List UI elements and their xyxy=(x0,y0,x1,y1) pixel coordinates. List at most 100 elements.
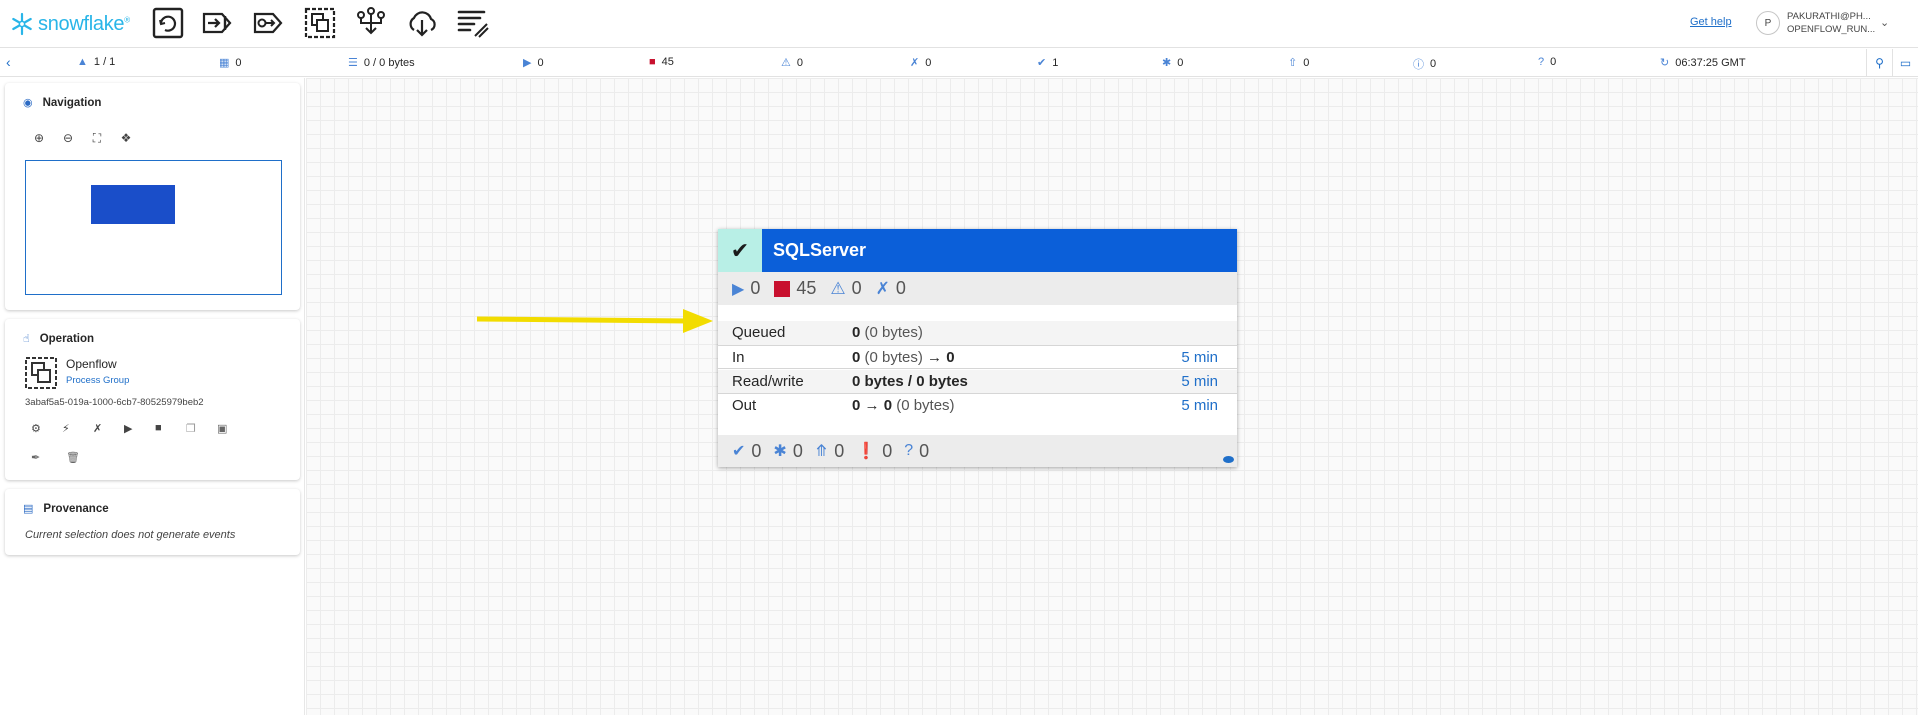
queue-icon: ☰ xyxy=(348,57,358,69)
disabled-icon: ✗ xyxy=(910,57,920,69)
queued-row: Queued 0 (0 bytes) xyxy=(718,321,1237,345)
status-errors: ⓘ 0 xyxy=(1413,58,1437,71)
status-invalid: ⚠ 0 xyxy=(781,56,803,70)
processor-icon[interactable] xyxy=(151,6,185,40)
arrow-up-circle-icon: ⇧ xyxy=(1288,57,1298,69)
status-clusters: ▲ 1 / 1 xyxy=(77,56,116,68)
zoom-out-icon[interactable]: ⊖ xyxy=(60,131,76,146)
chevron-down-icon[interactable]: ⌄ xyxy=(1880,16,1889,29)
running-count: ▶ 0 xyxy=(732,278,761,298)
snowflake-logo[interactable]: snowflake® xyxy=(10,10,130,38)
operation-panel: ☝ Operation Openflow Process Group 3abaf… xyxy=(5,319,300,480)
invalid-count: ⚠ 0 xyxy=(830,278,862,298)
user-avatar[interactable]: P xyxy=(1756,11,1780,35)
process-group-card[interactable]: ✔ SQLServer ▶ 0 45 ⚠ 0 ✗ 0 Queued 0 (0 byte… xyxy=(718,229,1237,467)
process-group-status-counts: ▶ 0 45 ⚠ 0 ✗ 0 xyxy=(718,272,1237,305)
exclamation-icon: ❗ xyxy=(856,443,877,460)
comment-icon[interactable] xyxy=(1223,456,1234,463)
navigation-tools: ⊕ ⊖ ⛶ ❖ xyxy=(31,131,134,146)
status-queued: ☰ 0 / 0 bytes xyxy=(348,56,415,70)
disabled-count: ✗ 0 xyxy=(875,278,906,298)
selected-component-name: Openflow xyxy=(66,357,117,371)
bulletin-board-icon[interactable]: ▭ xyxy=(1892,49,1918,77)
user-name: PAKURATHI@PH... xyxy=(1787,11,1871,22)
logo-text: snowflake® xyxy=(38,12,130,35)
search-icon[interactable]: ⚲ xyxy=(1866,49,1892,77)
play-icon: ▶ xyxy=(523,57,532,69)
selected-component-id: 3abaf5a5-019a-1000-6cb7-80525979beb2 xyxy=(25,397,204,408)
arrow-up-circle-icon: ⤊ xyxy=(814,443,829,460)
fit-icon[interactable]: ⛶ xyxy=(89,131,105,146)
unknown-count: ? 0 xyxy=(904,440,930,461)
stale-count: ⤊ 0 xyxy=(814,440,845,461)
disable-icon[interactable]: ✗ xyxy=(93,422,124,435)
check-icon: ✔ xyxy=(732,443,746,460)
operation-actions: ⚙ ⚡ ✗ ▶ ■ ❐ ▣ xyxy=(31,422,248,435)
provenance-icon: ▤ xyxy=(23,503,34,515)
funnel-icon[interactable] xyxy=(405,6,439,40)
annotation-arrow xyxy=(477,309,713,333)
delete-icon[interactable]: 🗑 xyxy=(66,451,101,464)
status-up-to-date: ✔ 1 xyxy=(1037,56,1059,70)
configure-icon[interactable]: ⚙ xyxy=(31,422,62,435)
get-help-link[interactable]: Get help xyxy=(1690,16,1732,28)
stop-icon: ■ xyxy=(649,56,656,68)
provenance-message: Current selection does not generate even… xyxy=(25,529,236,541)
navigation-header[interactable]: ◉ Navigation xyxy=(23,96,101,110)
selected-component-type: Process Group xyxy=(66,375,130,386)
process-group-header: ✔ SQLServer xyxy=(718,229,1237,272)
actual-size-icon[interactable]: ❖ xyxy=(118,131,134,146)
minimap-component xyxy=(91,185,175,224)
user-menu[interactable]: PAKURATHI@PH... OPENFLOW_RUN... xyxy=(1787,10,1875,36)
sync-failure-count: ❗ 0 xyxy=(856,440,893,461)
sidebar: ◉ Navigation ⊕ ⊖ ⛶ ❖ ☝ Operation Openflo… xyxy=(0,78,305,715)
locally-modified-count: ✱ 0 xyxy=(773,440,803,461)
process-group-icon[interactable] xyxy=(303,6,337,40)
group-icon[interactable]: ▣ xyxy=(217,422,248,435)
operation-actions-secondary: ✒ 🗑 xyxy=(31,451,101,464)
zoom-in-icon[interactable]: ⊕ xyxy=(31,131,47,146)
input-port-icon[interactable] xyxy=(201,6,235,40)
provenance-header[interactable]: ▤ Provenance xyxy=(23,502,109,516)
read-write-row: Read/write 0 bytes / 0 bytes 5 min xyxy=(718,370,1237,394)
process-group-icon xyxy=(24,356,58,390)
snowflake-icon xyxy=(12,12,32,36)
compass-icon: ◉ xyxy=(23,97,33,109)
status-stale: ⇧ 0 xyxy=(1288,56,1310,70)
template-icon[interactable] xyxy=(456,6,490,40)
threads-icon: ▦ xyxy=(219,57,230,69)
refresh-icon: ↻ xyxy=(1660,57,1670,69)
provenance-panel: ▤ Provenance Current selection does not … xyxy=(5,489,300,555)
check-icon: ✔ xyxy=(718,229,762,272)
operation-header[interactable]: ☝ Operation xyxy=(23,332,94,346)
play-icon: ▶ xyxy=(732,280,745,298)
cluster-icon: ▲ xyxy=(77,56,88,68)
flow-status-bar: ‹ ▲ 1 / 1 ▦ 0 ☰ 0 / 0 bytes ▶ 0 ■ 45 ⚠ 0 ✗ 0 ✔ 1… xyxy=(0,49,1918,77)
start-icon[interactable]: ▶ xyxy=(124,422,155,435)
exclamation-icon: ⓘ xyxy=(1413,59,1424,71)
birdseye-minimap[interactable] xyxy=(25,160,282,295)
warning-icon: ⚠ xyxy=(781,57,791,69)
asterisk-icon: ✱ xyxy=(1162,57,1172,69)
check-icon: ✔ xyxy=(1037,57,1047,69)
up-to-date-count: ✔ 0 xyxy=(732,440,762,461)
status-refresh[interactable]: ↻ 06:37:25 GMT xyxy=(1660,56,1746,70)
process-group-version-counts: ✔ 0 ✱ 0 ⤊ 0 ❗ 0 ? 0 xyxy=(718,435,1237,467)
enable-icon[interactable]: ⚡ xyxy=(62,422,93,435)
stopped-count: 45 xyxy=(774,278,816,299)
status-locally-modified: ✱ 0 xyxy=(1162,56,1184,70)
copy-icon[interactable]: ❐ xyxy=(186,422,217,435)
remote-process-group-icon[interactable] xyxy=(354,6,388,40)
stop-icon[interactable]: ■ xyxy=(155,422,186,435)
color-brush-icon[interactable]: ✒ xyxy=(31,451,66,464)
status-disabled: ✗ 0 xyxy=(910,56,932,70)
user-role: OPENFLOW_RUN... xyxy=(1787,24,1876,35)
top-header: snowflake® Get help P PAKURATHI@PH... OP… xyxy=(0,0,1918,48)
warning-icon: ⚠ xyxy=(830,278,846,298)
navigation-panel: ◉ Navigation ⊕ ⊖ ⛶ ❖ xyxy=(5,83,300,310)
question-icon: ? xyxy=(1538,56,1545,68)
in-row: In 0 (0 bytes) → 0 5 min xyxy=(718,345,1237,369)
output-port-icon[interactable] xyxy=(252,6,286,40)
status-unknown: ? 0 xyxy=(1538,56,1557,68)
collapse-sidebar-icon[interactable]: ‹ xyxy=(6,54,11,70)
